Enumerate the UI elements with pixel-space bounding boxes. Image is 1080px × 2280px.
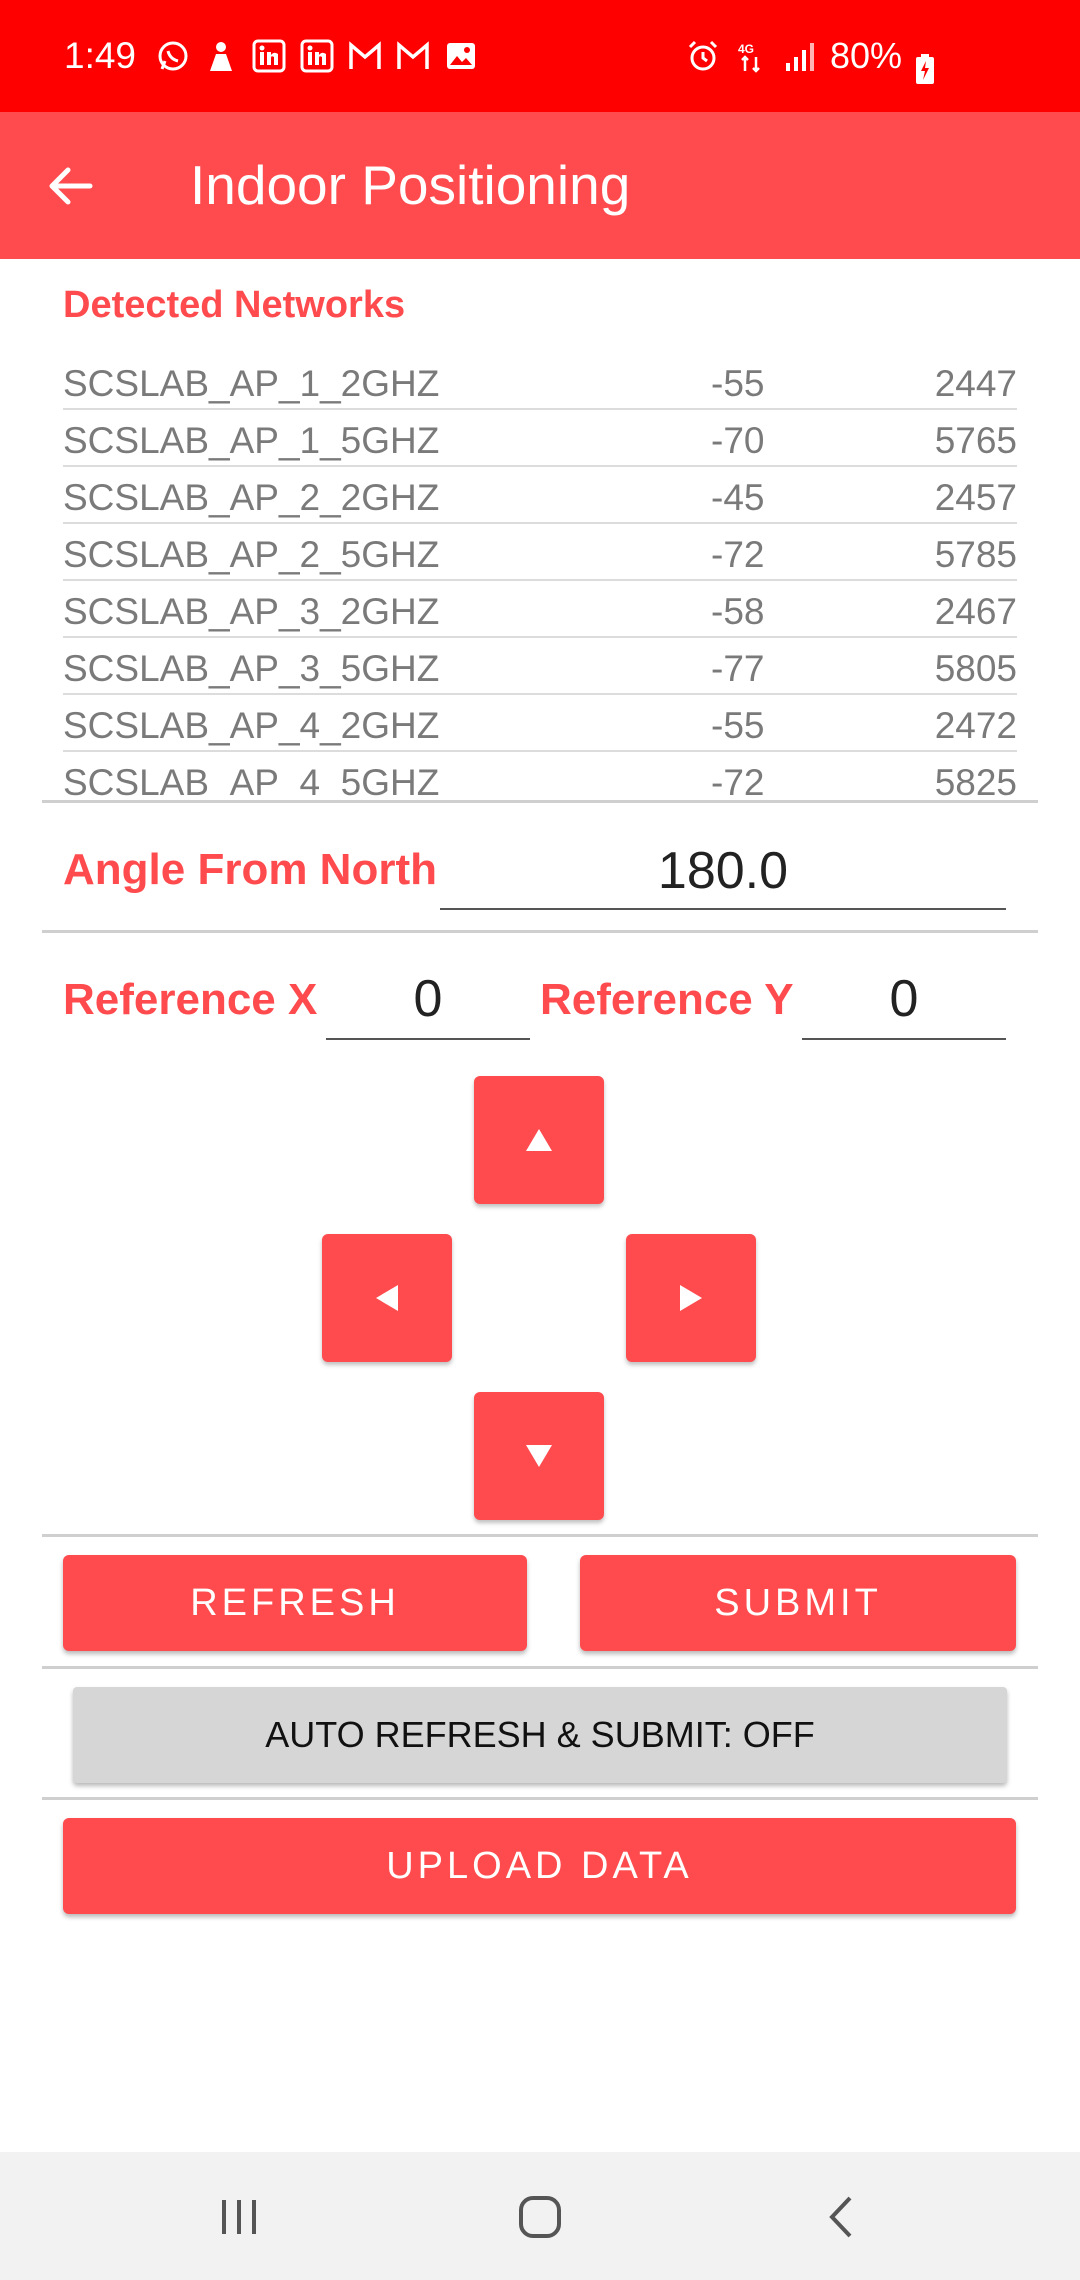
network-frequency: 2457 — [934, 477, 1017, 518]
network-ssid: SCSLAB_AP_4_5GHZ — [63, 762, 440, 798]
signal-icon — [782, 39, 816, 73]
list-item: SCSLAB_AP_1_5GHZ -70 5765 — [63, 412, 1017, 467]
svg-text:4G: 4G — [738, 42, 754, 56]
status-time: 1:49 — [64, 35, 137, 76]
network-ssid: SCSLAB_AP_3_2GHZ — [63, 591, 440, 632]
network-rssi: -77 — [711, 648, 765, 689]
move-left-button[interactable] — [322, 1234, 452, 1362]
network-frequency: 5785 — [934, 534, 1017, 575]
divider — [42, 930, 1038, 933]
submit-button[interactable]: SUBMIT — [580, 1555, 1016, 1651]
network-frequency: 2467 — [934, 591, 1017, 632]
network-ssid: SCSLAB_AP_2_2GHZ — [63, 477, 440, 518]
alarm-icon — [686, 39, 720, 73]
arrow-left-icon — [376, 1285, 398, 1311]
list-item: SCSLAB_AP_2_5GHZ -72 5785 — [63, 526, 1017, 581]
system-nav-bar — [0, 2152, 1080, 2280]
status-bar: 1:49 4G 80% — [0, 0, 1080, 112]
linkedin-icon — [252, 39, 286, 73]
refresh-button[interactable]: REFRESH — [63, 1555, 527, 1651]
reference-x-input[interactable]: 0 — [326, 966, 530, 1040]
network-rssi: -72 — [711, 762, 765, 798]
network-rssi: -45 — [711, 477, 765, 518]
network-frequency: 5805 — [934, 648, 1017, 689]
network-ssid: SCSLAB_AP_1_2GHZ — [63, 363, 440, 404]
network-ssid: SCSLAB_AP_4_2GHZ — [63, 705, 440, 746]
network-list[interactable]: SCSLAB_AP_1_2GHZ -55 2447 SCSLAB_AP_1_5G… — [63, 355, 1017, 798]
divider — [42, 1534, 1038, 1537]
app-bar: Indoor Positioning — [0, 112, 1080, 259]
list-item: SCSLAB_AP_3_2GHZ -58 2467 — [63, 583, 1017, 638]
list-item: SCSLAB_AP_4_5GHZ -72 5825 — [63, 754, 1017, 798]
network-rssi: -55 — [711, 363, 765, 404]
divider — [42, 1797, 1038, 1800]
network-rssi: -55 — [711, 705, 765, 746]
network-frequency: 5825 — [934, 762, 1017, 798]
angle-label: Angle From North — [63, 845, 437, 894]
whatsapp-icon — [156, 39, 190, 73]
4g-icon: 4G — [734, 39, 768, 73]
network-rssi: -58 — [711, 591, 765, 632]
move-down-button[interactable] — [474, 1392, 604, 1520]
page-title: Indoor Positioning — [190, 154, 631, 216]
recent-apps-icon[interactable] — [214, 2192, 264, 2242]
home-icon[interactable] — [515, 2192, 565, 2242]
angle-input[interactable]: 180.0 — [440, 838, 1006, 910]
move-up-button[interactable] — [474, 1076, 604, 1204]
list-item: SCSLAB_AP_3_5GHZ -77 5805 — [63, 640, 1017, 695]
reference-y-input[interactable]: 0 — [802, 966, 1006, 1040]
divider — [42, 1666, 1038, 1669]
network-frequency: 2447 — [934, 363, 1017, 404]
reference-x-label: Reference X — [63, 975, 318, 1024]
network-ssid: SCSLAB_AP_1_5GHZ — [63, 420, 440, 461]
gmail-icon — [348, 39, 382, 73]
gmail-icon — [396, 39, 430, 73]
list-item: SCSLAB_AP_4_2GHZ -55 2472 — [63, 697, 1017, 752]
teams-icon — [204, 39, 238, 73]
linkedin-icon — [300, 39, 334, 73]
divider — [42, 800, 1038, 803]
arrow-up-icon — [526, 1129, 552, 1151]
status-right: 4G 80% — [686, 0, 902, 112]
back-arrow-icon[interactable] — [44, 160, 96, 212]
back-icon[interactable] — [818, 2192, 868, 2242]
arrow-right-icon — [680, 1285, 702, 1311]
network-rssi: -70 — [711, 420, 765, 461]
list-item: SCSLAB_AP_2_2GHZ -45 2457 — [63, 469, 1017, 524]
reference-y-label: Reference Y — [540, 975, 794, 1024]
networks-heading: Detected Networks — [63, 284, 406, 326]
network-frequency: 5765 — [934, 420, 1017, 461]
network-frequency: 2472 — [934, 705, 1017, 746]
auto-refresh-toggle[interactable]: AUTO REFRESH & SUBMIT: OFF — [73, 1687, 1007, 1783]
network-ssid: SCSLAB_AP_2_5GHZ — [63, 534, 440, 575]
gallery-icon — [444, 39, 478, 73]
upload-data-button[interactable]: UPLOAD DATA — [63, 1818, 1016, 1914]
status-left: 1:49 — [64, 0, 478, 112]
network-ssid: SCSLAB_AP_3_5GHZ — [63, 648, 440, 689]
move-right-button[interactable] — [626, 1234, 756, 1362]
list-item: SCSLAB_AP_1_2GHZ -55 2447 — [63, 355, 1017, 410]
battery-percent: 80% — [829, 35, 902, 76]
battery-charging-icon — [916, 54, 934, 84]
arrow-down-icon — [526, 1445, 552, 1467]
network-rssi: -72 — [711, 534, 765, 575]
